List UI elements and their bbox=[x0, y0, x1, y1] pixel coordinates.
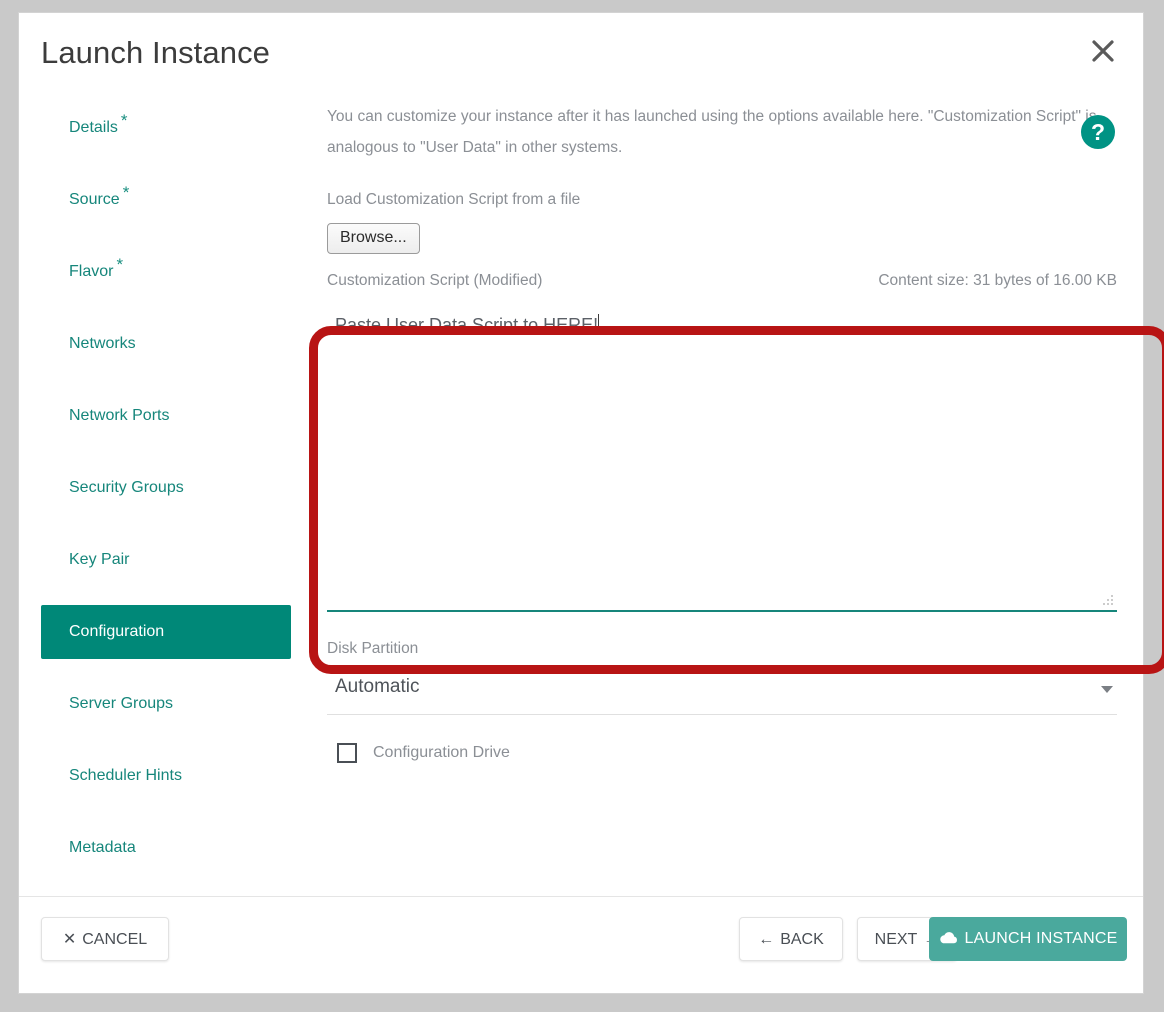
configuration-drive-label: Configuration Drive bbox=[373, 744, 510, 761]
sidebar-item-label: Flavor bbox=[69, 263, 114, 280]
page-title: Launch Instance bbox=[41, 35, 271, 70]
launch-instance-button[interactable]: LAUNCH INSTANCE bbox=[929, 917, 1127, 961]
back-button[interactable]: ← BACK bbox=[739, 917, 843, 961]
customization-script-input[interactable]: Paste User Data Script to HERE! bbox=[327, 304, 1117, 610]
close-x-icon: ✕ bbox=[62, 931, 77, 948]
sidebar-item-label: Network Ports bbox=[69, 407, 170, 424]
cloud-upload-icon bbox=[939, 932, 957, 944]
checkbox-box-icon bbox=[337, 743, 357, 763]
disk-partition-value: Automatic bbox=[335, 676, 420, 697]
close-icon[interactable] bbox=[1083, 31, 1123, 71]
browse-button[interactable]: Browse... bbox=[327, 223, 420, 254]
sidebar-item-source[interactable]: Source * bbox=[41, 173, 291, 227]
sidebar-item-label: Scheduler Hints bbox=[69, 767, 182, 784]
dialog-footer: ✕CANCEL ←BACK NEXT→ LAUNCH INSTANCE bbox=[19, 896, 1143, 993]
launch-label: LAUNCH INSTANCE bbox=[964, 930, 1118, 947]
dialog-header: Launch Instance bbox=[19, 13, 1143, 101]
sidebar-item-flavor[interactable]: Flavor * bbox=[41, 245, 291, 299]
wizard-sidebar: Details * Source * Flavor * Networks Networ… bbox=[41, 101, 291, 893]
sidebar-item-metadata[interactable]: Metadata bbox=[41, 821, 291, 875]
sidebar-item-label: Source bbox=[69, 191, 120, 208]
back-label: BACK bbox=[780, 931, 824, 948]
sidebar-item-scheduler-hints[interactable]: Scheduler Hints bbox=[41, 749, 291, 803]
customization-script-label: Customization Script (Modified) bbox=[327, 272, 543, 289]
sidebar-item-label: Networks bbox=[69, 335, 136, 352]
customization-script-field: Paste User Data Script to HERE! bbox=[327, 304, 1117, 612]
sidebar-item-configuration[interactable]: Configuration bbox=[41, 605, 291, 659]
sidebar-item-network-ports[interactable]: Network Ports bbox=[41, 389, 291, 443]
content-size-status: Content size: 31 bytes of 16.00 KB bbox=[878, 272, 1117, 289]
help-question-icon[interactable]: ? bbox=[1081, 115, 1115, 149]
script-text: Paste User Data Script to HERE! bbox=[335, 315, 599, 335]
dialog-body: Details * Source * Flavor * Networks Networ… bbox=[19, 101, 1143, 897]
chevron-down-icon bbox=[1101, 686, 1113, 693]
load-script-label: Load Customization Script from a file bbox=[327, 191, 581, 208]
script-header-row: Customization Script (Modified) Content … bbox=[327, 272, 1117, 294]
sidebar-item-label: Metadata bbox=[69, 839, 136, 856]
cancel-label: CANCEL bbox=[82, 931, 148, 948]
sidebar-item-label: Details bbox=[69, 119, 118, 136]
sidebar-item-key-pair[interactable]: Key Pair bbox=[41, 533, 291, 587]
configuration-panel: You can customize your instance after it… bbox=[327, 101, 1117, 763]
required-asterisk: * bbox=[120, 110, 128, 130]
disk-partition-label: Disk Partition bbox=[327, 640, 419, 657]
next-label: NEXT bbox=[874, 931, 918, 948]
sidebar-item-label: Security Groups bbox=[69, 479, 184, 496]
required-asterisk: * bbox=[116, 254, 124, 274]
cancel-button[interactable]: ✕ CANCEL bbox=[41, 917, 169, 961]
sidebar-item-label: Server Groups bbox=[69, 695, 174, 712]
panel-description: You can customize your instance after it… bbox=[327, 108, 1097, 156]
sidebar-item-server-groups[interactable]: Server Groups bbox=[41, 677, 291, 731]
disk-partition-select[interactable]: Automatic bbox=[327, 670, 1117, 715]
sidebar-item-security-groups[interactable]: Security Groups bbox=[41, 461, 291, 515]
configuration-drive-checkbox[interactable]: Configuration Drive bbox=[327, 743, 567, 763]
arrow-left-icon: ← bbox=[758, 931, 775, 948]
required-asterisk: * bbox=[122, 182, 130, 202]
sidebar-item-networks[interactable]: Networks bbox=[41, 317, 291, 371]
sidebar-item-label: Configuration bbox=[69, 623, 165, 640]
resize-grip-icon[interactable] bbox=[1102, 594, 1114, 606]
launch-instance-dialog: Launch Instance Details * Source * Flavor *… bbox=[18, 12, 1164, 994]
sidebar-item-details[interactable]: Details * bbox=[41, 101, 291, 155]
text-caret bbox=[598, 314, 600, 334]
sidebar-item-label: Key Pair bbox=[69, 551, 130, 568]
